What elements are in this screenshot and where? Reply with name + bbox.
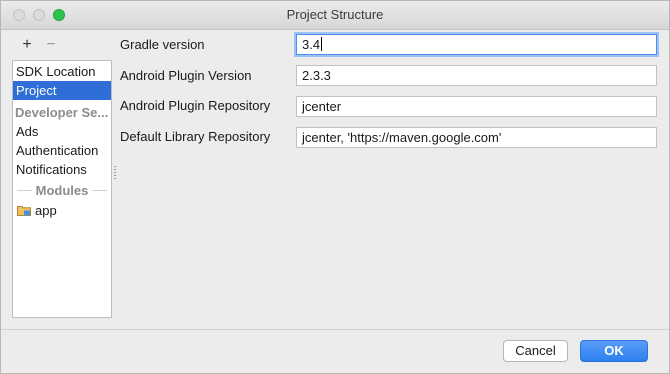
cancel-button[interactable]: Cancel	[503, 340, 568, 362]
divider	[92, 190, 108, 191]
android-plugin-repository-field[interactable]: jcenter	[296, 96, 657, 117]
sidebar-item-notifications[interactable]: Notifications	[13, 160, 111, 179]
sidebar-item-authentication[interactable]: Authentication	[13, 141, 111, 160]
sidebar-item-ads[interactable]: Ads	[13, 122, 111, 141]
add-button[interactable]: +	[19, 37, 35, 53]
project-structure-dialog: Project Structure + − SDK Location Proje…	[0, 0, 670, 374]
gradle-version-label: Gradle version	[120, 37, 205, 52]
module-folder-icon	[17, 206, 31, 216]
sidebar-item-sdk-location[interactable]: SDK Location	[13, 62, 111, 81]
sidebar: SDK Location Project Developer Se... Ads…	[12, 60, 112, 318]
sidebar-header-developer-services: Developer Se...	[15, 105, 109, 120]
sidebar-item-app[interactable]: app	[13, 201, 111, 220]
modules-header-label: Modules	[35, 183, 89, 198]
title-bar[interactable]: Project Structure	[1, 1, 669, 30]
window-title: Project Structure	[286, 7, 384, 22]
android-plugin-version-label: Android Plugin Version	[120, 68, 252, 83]
android-plugin-version-field[interactable]: 2.3.3	[296, 65, 657, 86]
sidebar-item-project[interactable]: Project	[13, 81, 111, 100]
gradle-version-field[interactable]: 3.4	[296, 34, 657, 55]
default-library-repository-label: Default Library Repository	[120, 129, 271, 144]
sidebar-header-modules: Modules	[13, 181, 111, 200]
splitter-handle[interactable]	[114, 166, 116, 180]
divider	[1, 329, 669, 330]
android-plugin-repository-label: Android Plugin Repository	[120, 98, 271, 113]
text-caret	[321, 37, 323, 51]
divider	[17, 190, 32, 191]
ok-button[interactable]: OK	[580, 340, 648, 362]
remove-button[interactable]: −	[43, 37, 59, 53]
gradle-version-value: 3.4	[302, 37, 321, 52]
default-library-repository-field[interactable]: jcenter, 'https://maven.google.com'	[296, 127, 657, 148]
sidebar-item-label: app	[35, 203, 57, 218]
